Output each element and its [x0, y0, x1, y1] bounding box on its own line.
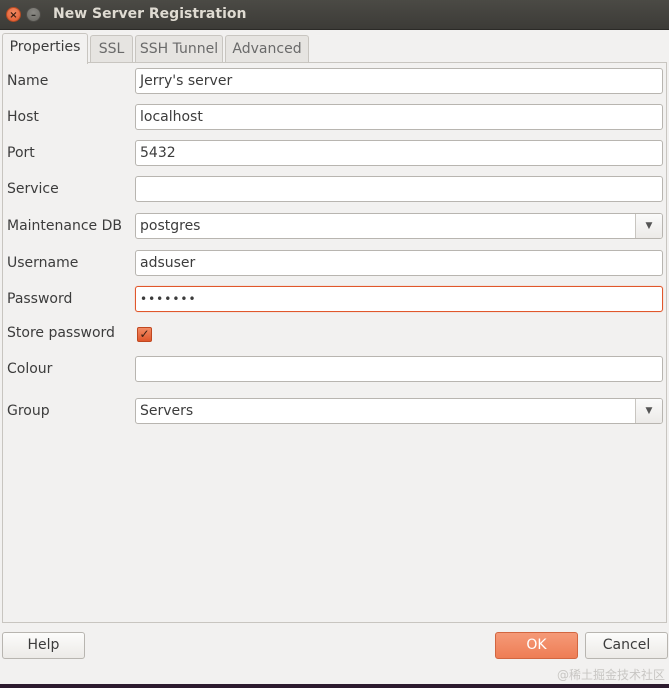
- store-password-label: Store password: [7, 325, 115, 341]
- close-icon[interactable]: ×: [6, 7, 21, 22]
- store-password-checkbox[interactable]: ✓: [137, 327, 152, 342]
- password-label: Password: [7, 291, 73, 307]
- help-button[interactable]: Help: [2, 632, 85, 659]
- tab-ssh-tunnel[interactable]: SSH Tunnel: [135, 35, 223, 63]
- tab-advanced[interactable]: Advanced: [225, 35, 309, 63]
- port-field[interactable]: 5432: [135, 140, 663, 166]
- chevron-down-icon[interactable]: ▼: [635, 214, 662, 238]
- name-label: Name: [7, 73, 49, 89]
- bottom-edge: [0, 684, 669, 688]
- cancel-button[interactable]: Cancel: [585, 632, 668, 659]
- username-label: Username: [7, 255, 79, 271]
- username-field[interactable]: adsuser: [135, 250, 663, 276]
- host-label: Host: [7, 109, 39, 125]
- group-value: Servers: [140, 403, 194, 419]
- maintenance-db-select[interactable]: postgres ▼: [135, 213, 663, 239]
- tab-properties[interactable]: Properties: [2, 33, 88, 64]
- ok-button[interactable]: OK: [495, 632, 578, 659]
- tab-ssl[interactable]: SSL: [90, 35, 133, 63]
- password-field[interactable]: •••••••: [135, 286, 663, 312]
- name-field[interactable]: Jerry's server: [135, 68, 663, 94]
- maintenance-db-label: Maintenance DB: [7, 218, 122, 234]
- port-label: Port: [7, 145, 35, 161]
- title-bar: × – New Server Registration: [0, 0, 669, 30]
- window-title: New Server Registration: [53, 6, 247, 22]
- service-label: Service: [7, 181, 59, 197]
- group-label: Group: [7, 403, 50, 419]
- host-field[interactable]: localhost: [135, 104, 663, 130]
- chevron-down-icon[interactable]: ▼: [635, 399, 662, 423]
- minimize-icon[interactable]: –: [26, 7, 41, 22]
- group-select[interactable]: Servers ▼: [135, 398, 663, 424]
- colour-label: Colour: [7, 361, 53, 377]
- watermark: @稀土掘金技术社区: [556, 668, 665, 682]
- maintenance-db-value: postgres: [140, 218, 201, 234]
- colour-picker[interactable]: [135, 356, 663, 382]
- service-field[interactable]: [135, 176, 663, 202]
